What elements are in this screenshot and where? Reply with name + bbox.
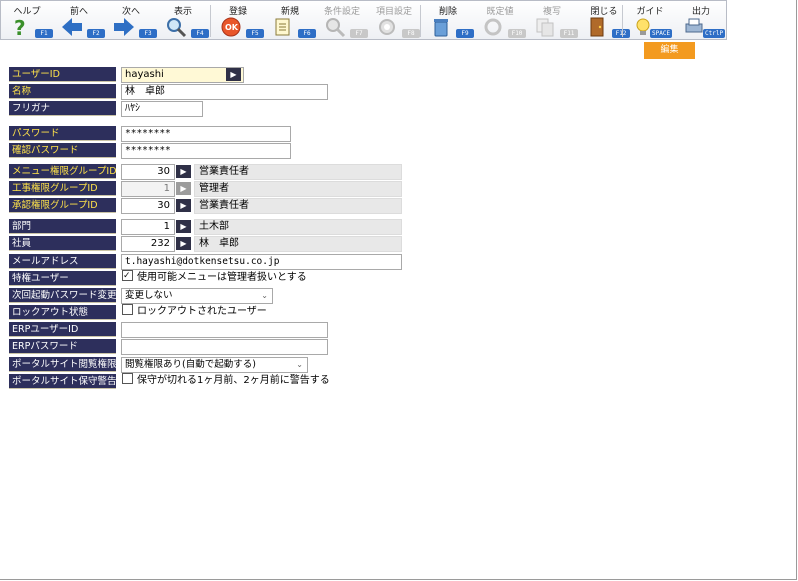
employee-label: 社員 (9, 236, 116, 251)
approval-group-id-field[interactable]: 30 (121, 198, 175, 214)
ok-icon: OK (221, 17, 241, 37)
department-id-field[interactable]: 1 (121, 219, 175, 235)
condition-button[interactable]: 条件設定 F7 (316, 1, 368, 41)
erp-user-label: ERPユーザーID (9, 322, 116, 337)
kana-field[interactable]: ﾊﾔｼ (121, 101, 203, 117)
tab-edit[interactable]: 編集 (644, 42, 695, 59)
menu-group-id-field[interactable]: 30 (121, 164, 175, 180)
item-settings-icon (379, 19, 395, 35)
department-name: 土木部 (194, 219, 402, 235)
employee-id-field[interactable]: 232 (121, 236, 175, 252)
menu-group-name: 営業責任者 (194, 164, 402, 180)
password-confirm-label: 確認パスワード (9, 143, 116, 158)
user-id-lookup-button[interactable]: ▶ (226, 68, 241, 81)
email-label: メールアドレス (9, 254, 116, 269)
door-icon (590, 17, 604, 37)
print-icon (685, 18, 703, 33)
prev-button[interactable]: 前へ F2 (53, 1, 105, 41)
help-icon: ? (14, 16, 26, 38)
magnifier-icon (167, 18, 187, 38)
approval-group-label: 承認権限グループID (9, 198, 116, 213)
window-frame (0, 0, 797, 580)
toolbar-separator (420, 5, 421, 37)
department-lookup-button[interactable]: ▶ (176, 220, 191, 233)
toolbar: ヘルプ ? F1 前へ F2 次へ F3 表示 F4 登録 OK F5 新規 F… (0, 0, 727, 40)
menu-group-label: メニュー権限グループID (9, 164, 116, 179)
toolbar-separator (622, 5, 623, 37)
employee-lookup-button[interactable]: ▶ (176, 237, 191, 250)
next-button[interactable]: 次へ F3 (105, 1, 157, 41)
portal-view-label: ポータルサイト閲覧権限 (9, 357, 116, 372)
construction-group-id-field[interactable]: 1 (121, 181, 175, 197)
name-label: 名称 (9, 84, 116, 99)
new-button[interactable]: 新規 F6 (264, 1, 316, 41)
view-button[interactable]: 表示 F4 (157, 1, 209, 41)
copy-button[interactable]: 複写 F11 (526, 1, 578, 41)
default-value-button[interactable]: 既定値 F10 (474, 1, 526, 41)
name-field[interactable]: 林 卓郎 (121, 84, 328, 100)
portal-warn-checkbox-row[interactable]: 保守が切れる1ヶ月前、2ヶ月前に警告する (122, 373, 330, 389)
copy-icon (536, 18, 554, 37)
delete-button[interactable]: 削除 F9 (422, 1, 474, 41)
chevron-down-icon: ⌄ (261, 291, 268, 300)
item-settings-button[interactable]: 項目設定 F8 (368, 1, 420, 41)
erp-password-field[interactable] (121, 339, 328, 355)
privileged-checkbox-row[interactable]: 使用可能メニューは管理者扱いとする (122, 268, 307, 286)
trash-icon (434, 19, 448, 37)
privileged-label: 特権ユーザー (9, 271, 116, 286)
privileged-checkbox[interactable] (122, 268, 133, 284)
approval-group-name: 営業責任者 (194, 198, 402, 214)
condition-icon (326, 18, 346, 38)
svg-text:OK: OK (225, 23, 239, 32)
chevron-down-icon: ⌄ (296, 360, 303, 369)
department-label: 部門 (9, 219, 116, 234)
help-button[interactable]: ヘルプ ? F1 (1, 1, 53, 41)
user-id-label: ユーザーID (9, 67, 116, 82)
construction-group-label: 工事権限グループID (9, 181, 116, 196)
lockout-label: ロックアウト状態 (9, 305, 116, 320)
toolbar-separator (210, 5, 211, 37)
output-button[interactable]: 出力 CtrlP (675, 1, 727, 41)
password-field[interactable]: ******** (121, 126, 291, 142)
lockout-checkbox[interactable] (122, 304, 133, 315)
approval-group-lookup-button[interactable]: ▶ (176, 199, 191, 212)
new-document-icon (275, 18, 290, 36)
menu-group-lookup-button[interactable]: ▶ (176, 165, 191, 178)
construction-group-name: 管理者 (194, 181, 402, 197)
guide-button[interactable]: ガイド SPACE (624, 1, 676, 41)
employee-name: 林 卓郎 (194, 236, 402, 252)
default-value-icon (484, 18, 502, 36)
password-confirm-field[interactable]: ******** (121, 143, 291, 159)
next-pw-change-select[interactable]: 変更しない ⌄ (121, 288, 273, 304)
portal-warn-checkbox[interactable] (122, 373, 133, 384)
erp-user-field[interactable] (121, 322, 328, 338)
lockout-checkbox-row[interactable]: ロックアウトされたユーザー (122, 304, 267, 320)
svg-text:?: ? (14, 16, 26, 38)
email-field[interactable]: t.hayashi@dotkensetsu.co.jp (121, 254, 402, 270)
construction-group-lookup-button[interactable]: ▶ (176, 182, 191, 195)
portal-warn-label: ポータルサイト保守警告 (9, 374, 116, 389)
next-pw-change-label: 次回起動パスワード変更 (9, 288, 116, 303)
register-button[interactable]: 登録 OK F5 (212, 1, 264, 41)
arrow-right-icon (114, 18, 134, 36)
password-label: パスワード (9, 126, 116, 141)
portal-view-select[interactable]: 閲覧権限あり(自動で起動する) ⌄ (121, 357, 308, 373)
arrow-left-icon (62, 18, 82, 36)
erp-password-label: ERPパスワード (9, 339, 116, 354)
kana-label: フリガナ (9, 101, 116, 116)
